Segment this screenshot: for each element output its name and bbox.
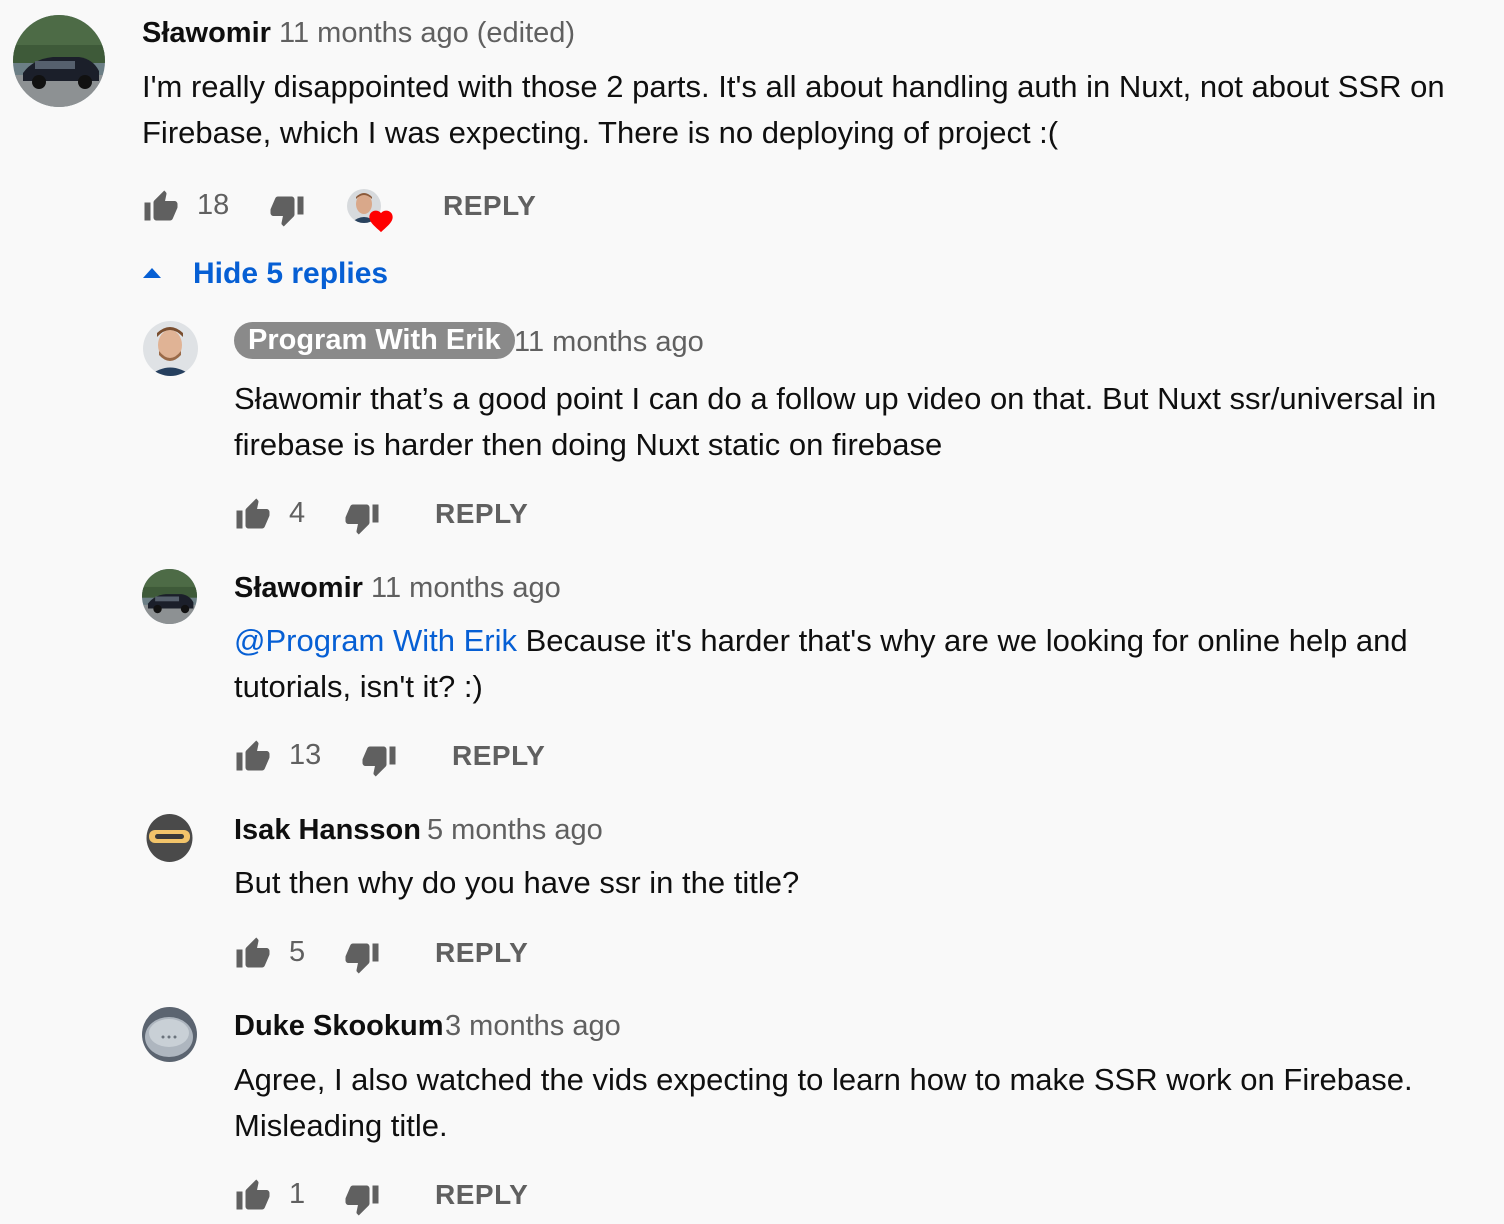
reply-button[interactable]: REPLY	[435, 1179, 528, 1211]
comment-text: Sławomir that’s a good point I can do a …	[234, 381, 1437, 462]
like-count: 18	[197, 189, 230, 221]
comment-text: But then why do you have ssr in the titl…	[234, 865, 800, 900]
creator-heart-badge[interactable]	[347, 189, 395, 233]
creator-heart-icon	[369, 210, 393, 233]
thumbs-down-icon[interactable]	[343, 1181, 381, 1217]
thumbs-down-icon[interactable]	[268, 192, 306, 228]
ninja-avatar-image	[142, 811, 197, 866]
avatar[interactable]	[13, 15, 105, 107]
comment-author[interactable]: Duke Skookum	[234, 1010, 444, 1043]
device-avatar-image	[142, 1007, 197, 1062]
car-avatar-image	[142, 569, 197, 624]
thumbs-up-icon[interactable]	[142, 189, 180, 225]
comment-timestamp[interactable]: 11 months ago	[371, 572, 561, 605]
comment-author[interactable]: Sławomir	[234, 572, 363, 605]
comment-timestamp[interactable]: 5 months ago	[427, 814, 603, 847]
thumbs-down-icon[interactable]	[360, 742, 398, 778]
comment-author[interactable]: Sławomir	[142, 17, 271, 50]
comment-timestamp[interactable]: 3 months ago	[445, 1010, 621, 1043]
reply-button[interactable]: REPLY	[435, 937, 528, 969]
thumbs-up-icon[interactable]	[234, 497, 272, 533]
caret-up-icon[interactable]	[140, 262, 164, 282]
comment-text: I'm really disappointed with those 2 par…	[142, 69, 1445, 150]
hide-replies-button[interactable]: Hide 5 replies	[193, 257, 388, 291]
thumbs-up-icon[interactable]	[234, 1178, 272, 1214]
avatar[interactable]	[142, 1007, 197, 1062]
comment-text: @Program With Erik Because it's harder t…	[234, 618, 1484, 710]
thumbs-up-icon[interactable]	[234, 936, 272, 972]
comment-timestamp[interactable]: 11 months ago	[514, 326, 704, 359]
thumbs-down-icon[interactable]	[343, 939, 381, 975]
avatar[interactable]	[142, 811, 197, 866]
thumbs-down-icon[interactable]	[343, 500, 381, 536]
comment-timestamp[interactable]: 11 months ago (edited)	[279, 17, 575, 50]
mention-link[interactable]: @Program With Erik	[234, 623, 517, 658]
comment-author[interactable]: Isak Hansson	[234, 814, 421, 847]
reply-button[interactable]: REPLY	[443, 190, 536, 222]
like-count: 5	[289, 936, 306, 968]
creator-author-chip[interactable]: Program With Erik	[234, 322, 515, 359]
thumbs-up-icon[interactable]	[234, 739, 272, 775]
reply-button[interactable]: REPLY	[452, 740, 545, 772]
like-count: 13	[289, 739, 322, 771]
creator-avatar-image	[143, 321, 198, 376]
avatar[interactable]	[142, 569, 197, 624]
like-count: 4	[289, 497, 306, 529]
avatar[interactable]	[143, 321, 198, 376]
like-count: 1	[289, 1178, 306, 1210]
comment-text: Agree, I also watched the vids expecting…	[234, 1062, 1413, 1143]
car-avatar-image	[13, 15, 105, 107]
reply-button[interactable]: REPLY	[435, 498, 528, 530]
